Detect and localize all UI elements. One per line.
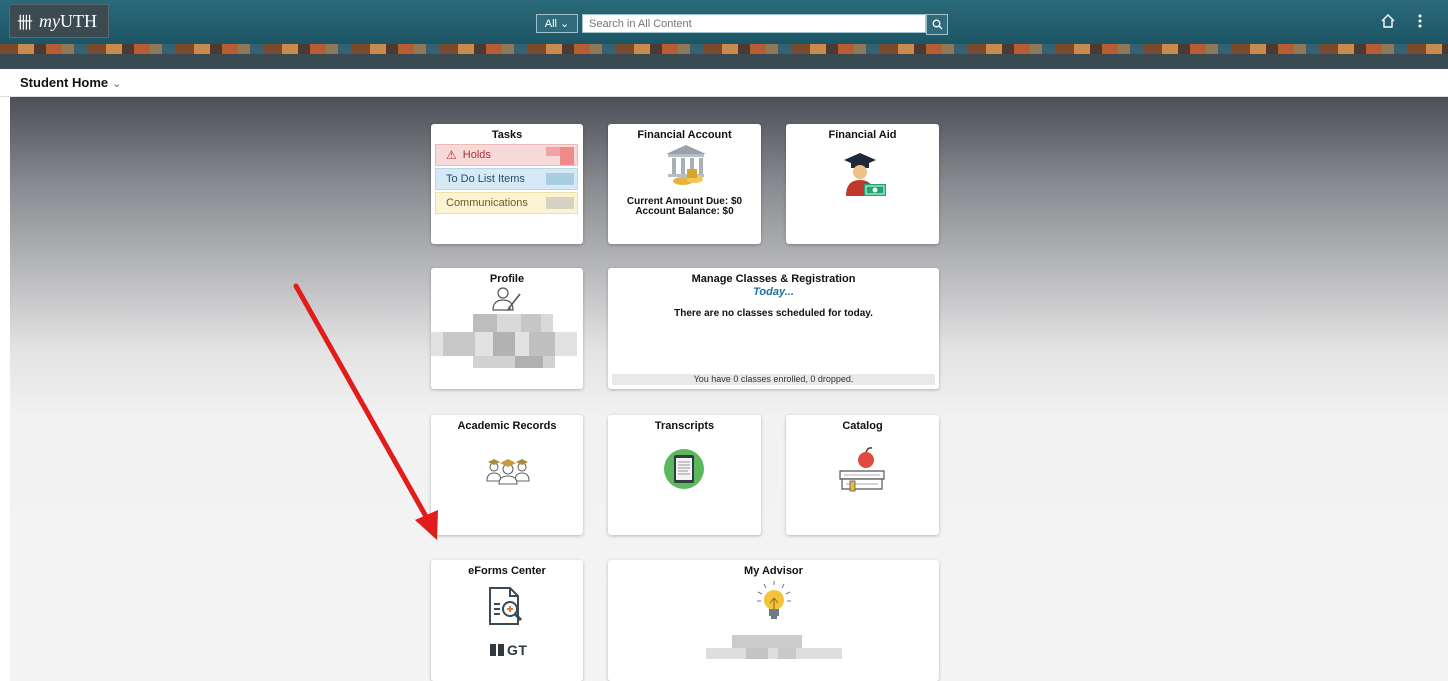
logo-grid-icon: 卌	[17, 13, 34, 32]
tile-title: My Advisor	[744, 565, 803, 577]
document-search-icon	[489, 587, 523, 625]
home-icon	[1381, 14, 1395, 28]
home-button[interactable]	[1380, 13, 1396, 34]
page-navbar: Student Home ⌄	[0, 69, 1448, 97]
search-button[interactable]	[926, 14, 948, 35]
redacted-block	[473, 314, 497, 332]
warning-icon: ⚠	[446, 148, 457, 162]
tile-title: Financial Account	[637, 129, 732, 141]
redacted-block	[732, 635, 802, 648]
holds-label: Holds	[462, 149, 491, 161]
tile-title: Catalog	[842, 420, 883, 432]
tile-profile[interactable]: Profile	[431, 268, 583, 389]
redacted-block	[546, 197, 574, 209]
communications-label: Communications	[446, 197, 528, 209]
myuth-logo[interactable]: 卌 my UTH	[9, 4, 109, 38]
search-scope-dropdown[interactable]: All ⌄	[536, 14, 578, 33]
header-band	[0, 54, 1448, 69]
profile-edit-icon	[492, 287, 521, 311]
top-header: 卌 my UTH All ⌄	[0, 0, 1448, 44]
global-search: All ⌄	[536, 14, 948, 35]
tasks-communications-row[interactable]: Communications	[435, 192, 578, 214]
tile-academic-records[interactable]: Academic Records	[431, 415, 583, 535]
tasks-holds-row[interactable]: ⚠ Holds	[435, 144, 578, 166]
redacted-block	[515, 356, 543, 368]
redacted-block	[706, 648, 842, 659]
apple-books-icon	[839, 447, 885, 492]
redacted-block	[546, 147, 560, 156]
enrollment-summary: You have 0 classes enrolled, 0 dropped.	[612, 374, 935, 385]
tile-title: Financial Aid	[828, 129, 897, 141]
account-balance: Account Balance: $0	[635, 206, 734, 217]
redacted-block	[521, 314, 541, 332]
tile-financial-account[interactable]: Financial Account Current Amount Due: $0…	[608, 124, 761, 244]
tile-title: eForms Center	[468, 565, 546, 577]
tile-title: Profile	[489, 273, 525, 285]
search-icon	[932, 19, 942, 30]
redacted-block	[746, 648, 768, 659]
no-classes-message: There are no classes scheduled for today…	[674, 308, 873, 319]
redacted-block	[493, 332, 515, 356]
chevron-down-icon: ⌄	[112, 78, 122, 90]
transcript-tablet-icon	[664, 449, 704, 489]
search-input[interactable]	[582, 14, 926, 33]
tile-tasks[interactable]: Tasks ⚠ Holds To Do List Items Communica…	[431, 124, 583, 244]
tile-title: Academic Records	[457, 420, 557, 432]
tile-my-advisor[interactable]: My Advisor	[608, 560, 939, 681]
redacted-block	[546, 173, 574, 185]
tile-manage-classes[interactable]: Manage Classes & Registration Today... T…	[608, 268, 939, 389]
logo-bar-mark	[498, 644, 504, 656]
eforms-logo-text: GT	[507, 642, 528, 658]
logo-my-text: my	[39, 10, 61, 31]
more-vertical-icon	[1418, 14, 1422, 28]
tasks-todo-row[interactable]: To Do List Items	[435, 168, 578, 190]
logo-uth-text: UTH	[60, 10, 98, 31]
eforms-logo: GT	[490, 642, 528, 658]
today-label: Today...	[753, 286, 794, 298]
graduates-group-icon	[486, 459, 530, 485]
tile-transcripts[interactable]: Transcripts	[608, 415, 761, 535]
page-title: Student Home	[20, 75, 109, 90]
graduate-money-icon	[844, 153, 886, 196]
tile-catalog[interactable]: Catalog	[786, 415, 939, 535]
decorative-banner	[0, 44, 1448, 54]
tile-title: Tasks	[491, 129, 523, 141]
redacted-block	[529, 332, 555, 356]
redacted-block	[560, 147, 574, 165]
todo-label: To Do List Items	[446, 173, 525, 185]
more-actions-button[interactable]	[1417, 13, 1423, 34]
tile-eforms-center[interactable]: eForms Center GT	[431, 560, 583, 681]
tile-title: Manage Classes & Registration	[691, 273, 856, 285]
lightbulb-icon	[757, 581, 791, 619]
bank-icon	[666, 145, 706, 185]
tile-title: Transcripts	[654, 420, 715, 432]
redacted-block	[778, 648, 796, 659]
redacted-block	[443, 332, 475, 356]
tile-financial-aid[interactable]: Financial Aid	[786, 124, 939, 244]
logo-bar-mark	[490, 644, 496, 656]
homepage-selector[interactable]: Student Home ⌄	[20, 75, 121, 90]
